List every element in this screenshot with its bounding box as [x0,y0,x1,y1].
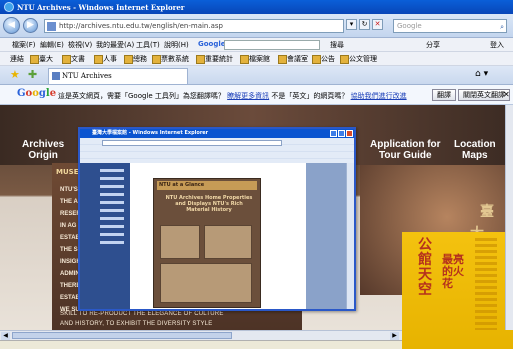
tab-ntu-archives[interactable]: NTU Archives [48,68,188,84]
url-text: http://archives.ntu.edu.tw/english/en-ma… [59,22,223,30]
link-item[interactable]: 文書 [62,54,85,64]
favorites-star-icon[interactable]: ★ [10,68,20,81]
menu-favorites[interactable]: 我的最愛(A) [96,40,134,50]
embedded-photo [160,263,252,303]
refresh-icon[interactable]: ↻ [359,19,370,30]
museum-heading: MUSE [56,168,79,176]
address-bar: ◀ ▶ http://archives.ntu.edu.tw/english/e… [0,14,513,38]
google-search-button[interactable]: 搜尋 [330,40,344,50]
embedded-sidebar-item [100,193,124,196]
search-placeholder: Google [397,22,422,30]
google-toolbar-logo: Google [198,40,226,48]
status-bar [0,340,402,349]
link-item[interactable]: 人事 [94,54,117,64]
link-item[interactable]: 票數系統 [152,54,189,64]
minimize-icon [330,130,337,137]
tab-bar: ★ ✚ NTU Archives ⌂ ▾ [0,66,513,85]
ie-logo-icon [4,2,14,12]
scroll-left-icon[interactable]: ◀ [1,332,10,340]
scroll-right-icon[interactable]: ▶ [390,332,399,340]
search-input[interactable]: Google ⌕ [393,19,507,33]
google-toolbar-search[interactable] [224,40,320,50]
menu-view[interactable]: 檢視(V) [68,40,92,50]
login-button[interactable]: 登入 [490,40,504,50]
embedded-browser-window: 臺灣大學檔案館 - Windows Internet Explorer NTU … [78,127,356,311]
museum-footer-line: SKILL TO RE-PRODUCT THE ELEGANCE OF CULT… [60,311,224,317]
poster-text-block [475,238,497,330]
link-item[interactable]: 總務 [124,54,147,64]
more-info-link[interactable]: 瞭解更多資訊 [227,92,269,100]
links-bar: 連結 臺大 文書 人事 總務 票數系統 重要統計 檔案館 會議室 公告 公文管理 [0,52,513,66]
dropdown-arrow-icon[interactable]: ▾ [346,19,357,30]
embedded-url-field [102,140,282,146]
embedded-photo [204,225,252,259]
page-icon [47,22,56,31]
feedback-link[interactable]: 協助我們進行改進 [351,92,407,100]
close-icon [346,130,353,137]
menu-help[interactable]: 說明(H) [164,40,189,50]
tab-page-icon [52,72,60,80]
link-item[interactable]: 臺大 [30,54,53,64]
horizontal-scrollbar[interactable]: ◀ ▶ [0,330,402,340]
embedded-card-heading: NTU at a Glance [157,181,257,190]
google-logo: Google [17,88,57,99]
share-button[interactable]: 分享 [426,40,440,50]
translate-button[interactable]: 翻譯 [432,89,456,101]
embedded-sidebar-item [100,225,124,228]
maximize-icon [338,130,345,137]
link-item[interactable]: 會議室 [278,54,308,64]
deco-char: 臺 [480,204,494,220]
embedded-sidebar-item [100,241,124,244]
embedded-sidebar-item [100,169,124,172]
museum-footer-line: AND HISTORY, TO EXHIBIT THE DIVERSITY ST… [60,321,213,327]
link-item[interactable]: 重要統計 [196,54,233,64]
embedded-sidebar-item [100,177,124,180]
nav-location-maps[interactable]: Location Maps [454,139,496,161]
add-favorite-icon[interactable]: ✚ [28,68,37,81]
close-icon[interactable]: ✕ [503,90,510,99]
link-item[interactable]: 公告 [312,54,335,64]
menu-bar: 檔案(F) 編輯(E) 檢視(V) 我的最愛(A) 工具(T) 說明(H) Go… [0,38,513,52]
nav-tour-guide[interactable]: Application for Tour Guide [370,139,441,161]
embedded-scrollbar [346,163,354,309]
tab-title: NTU Archives [62,72,112,80]
search-icon[interactable]: ⌕ [500,21,504,33]
translate-message: 這是英文網頁，需要「Google 工具列」為您翻譯嗎？ 瞭解更多資訊 不是「英文… [58,92,407,100]
embedded-photo [160,225,200,259]
poster-subtitle: 最亮的火花 [442,253,464,290]
embedded-card-title: NTU Archives Home Properties and Display… [165,195,253,213]
menu-edit[interactable]: 編輯(E) [40,40,64,50]
menu-file[interactable]: 檔案(F) [12,40,36,50]
embedded-window-title: 臺灣大學檔案館 - Windows Internet Explorer [80,129,354,138]
embedded-sidebar-item [100,201,124,204]
stop-icon[interactable]: ✕ [372,19,383,30]
embedded-sidebar-item [100,217,124,220]
back-button[interactable]: ◀ [3,17,20,34]
window-titlebar: NTU Archives - Windows Internet Explorer [0,0,513,14]
translate-bar: Google 這是英文網頁，需要「Google 工具列」為您翻譯嗎？ 瞭解更多資… [0,85,513,105]
link-item[interactable]: 檔案館 [240,54,270,64]
scroll-thumb[interactable] [12,332,232,339]
embedded-sidebar-item [100,233,124,236]
poster-title: 公館天空 [418,237,432,298]
menu-tools[interactable]: 工具(T) [136,40,160,50]
home-icon[interactable]: ⌂ ▾ [475,69,488,79]
window-title: NTU Archives - Windows Internet Explorer [17,3,185,12]
address-actions: ▾ ↻ ✕ [346,19,392,33]
embedded-sidebar-item [100,185,124,188]
nav-archives-origin[interactable]: Archives Origin [22,139,64,161]
link-item[interactable]: 公文管理 [340,54,377,64]
links-label: 連結 [10,55,24,63]
forward-button[interactable]: ▶ [23,18,38,33]
vertical-scrollbar[interactable] [505,105,513,330]
embedded-sidebar-item [100,209,124,212]
url-field[interactable]: http://archives.ntu.edu.tw/english/en-ma… [44,19,344,33]
